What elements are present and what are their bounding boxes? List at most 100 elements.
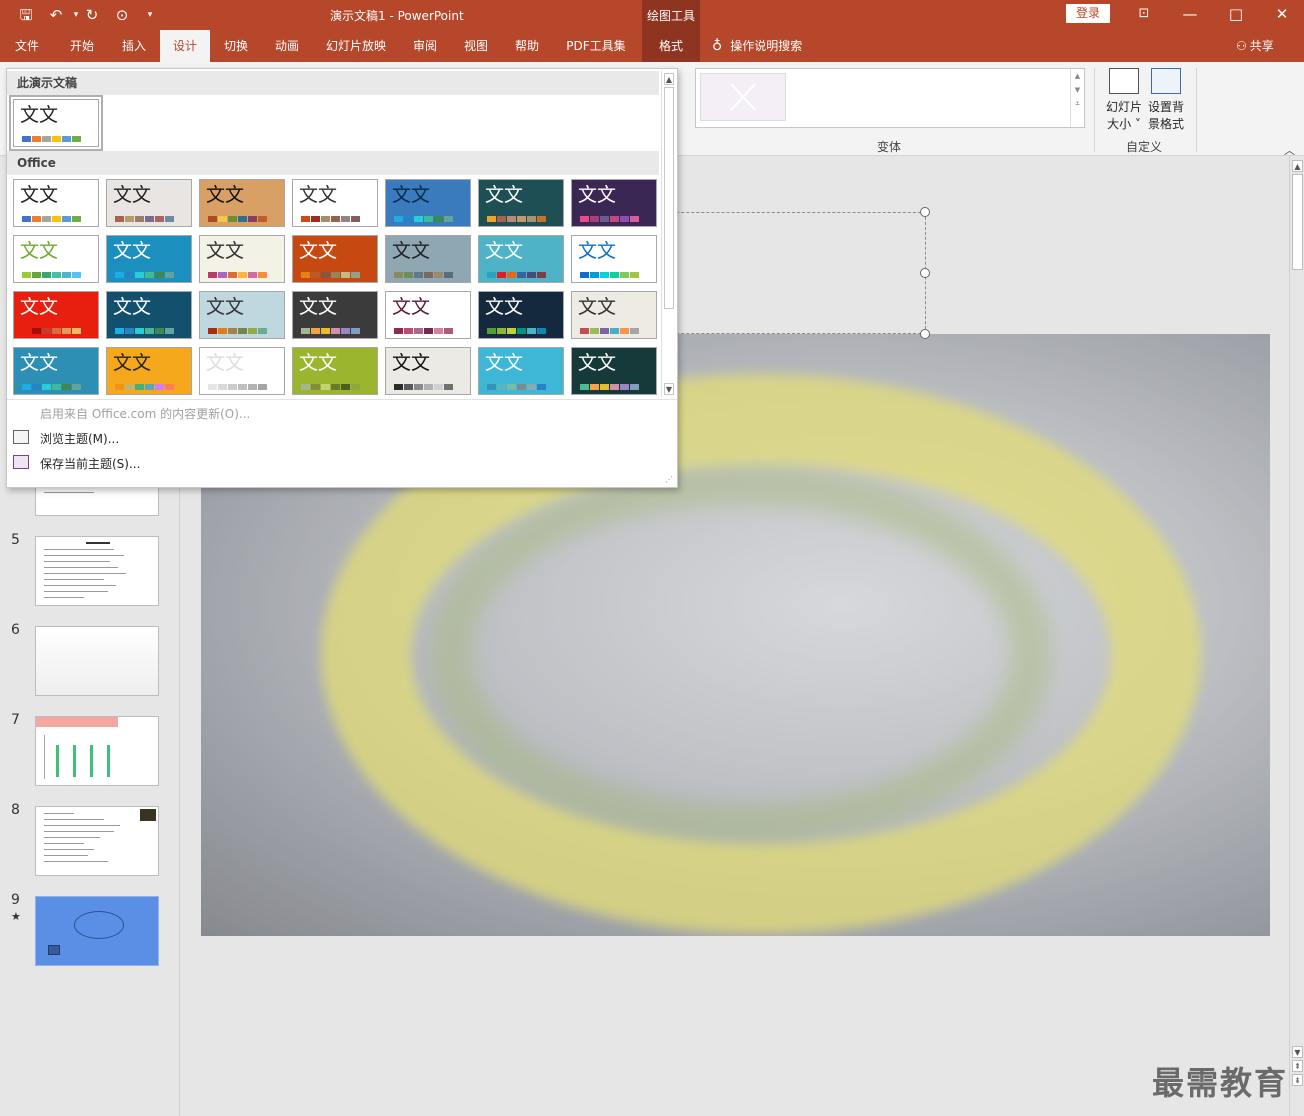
vertical-scrollbar[interactable]: ▲ ▼ ⇞ ⇟ (1289, 156, 1304, 1116)
customize-qat-icon[interactable]: ▾ (140, 5, 160, 25)
color-swatch (42, 136, 51, 142)
redo-icon[interactable]: ↻ (82, 5, 102, 25)
variants-scrollbar[interactable]: ▲ ▼ ⩡ (1070, 69, 1084, 127)
color-swatch (497, 384, 506, 390)
color-swatch (115, 272, 124, 278)
theme-thumbnail[interactable]: 文文 (385, 347, 471, 395)
theme-thumbnail[interactable]: 文文 (385, 291, 471, 339)
theme-thumbnail[interactable]: 文文 (571, 179, 657, 227)
theme-thumbnail[interactable]: 文文 (292, 291, 378, 339)
variant-thumbnail[interactable] (700, 73, 786, 121)
theme-thumbnail[interactable]: 文文 (478, 291, 564, 339)
slide-thumbnail-9[interactable] (35, 896, 159, 966)
tab-file[interactable]: 文件 (4, 30, 50, 62)
current-theme-thumbnail[interactable]: 文文 (9, 95, 103, 151)
variants-gallery[interactable]: ▲ ▼ ⩡ (695, 68, 1085, 128)
presentation-start-icon[interactable]: ⊙ (112, 5, 132, 25)
login-button[interactable]: 登录 (1066, 4, 1110, 23)
close-button[interactable]: ✕ (1270, 4, 1294, 24)
resize-handle[interactable] (920, 329, 930, 339)
ribbon-display-options-icon[interactable]: ⊡ (1132, 4, 1156, 24)
tab-insert[interactable]: 插入 (110, 30, 158, 62)
color-swatch (351, 216, 360, 222)
theme-thumbnail[interactable]: 文文 (13, 179, 99, 227)
theme-thumbnail[interactable]: 文文 (292, 235, 378, 283)
theme-thumbnail[interactable]: 文文 (571, 291, 657, 339)
tab-animations[interactable]: 动画 (262, 30, 312, 62)
more-variants-icon[interactable]: ⩡ (1071, 97, 1084, 111)
tab-help[interactable]: 帮助 (504, 30, 550, 62)
gallery-scrollbar[interactable]: ▲ ▼ (661, 71, 676, 397)
save-icon[interactable]: 🖫 (16, 5, 36, 25)
theme-thumbnail[interactable]: 文文 (13, 347, 99, 395)
tab-view[interactable]: 视图 (452, 30, 500, 62)
tab-review[interactable]: 审阅 (402, 30, 448, 62)
format-background-button[interactable]: 设置背 景格式 (1144, 68, 1188, 138)
theme-thumbnail[interactable]: 文文 (199, 347, 285, 395)
theme-thumbnail[interactable]: 文文 (478, 179, 564, 227)
color-swatch (72, 272, 81, 278)
theme-thumbnail[interactable]: 文文 (571, 235, 657, 283)
color-swatch (22, 384, 31, 390)
color-swatch (135, 272, 144, 278)
tab-pdf-tools[interactable]: PDF工具集 (556, 30, 636, 62)
slide-thumbnail-8[interactable] (35, 806, 159, 876)
share-button[interactable]: ⚇ 共享 (1236, 30, 1274, 62)
color-swatch (444, 384, 453, 390)
slide-thumbnail-6[interactable] (35, 626, 159, 696)
tab-design[interactable]: 设计 (160, 30, 210, 62)
slide-size-button[interactable]: 幻灯片 大小 ˅ (1102, 68, 1146, 138)
tell-me-search[interactable]: ♁ 操作说明搜索 (712, 30, 802, 62)
scrollbar-thumb[interactable] (1292, 174, 1303, 270)
theme-thumbnail[interactable]: 文文 (106, 235, 192, 283)
selected-shape-outline[interactable] (656, 212, 926, 334)
theme-thumbnail[interactable]: 文文 (106, 347, 192, 395)
slide-thumbnail-5[interactable] (35, 536, 159, 606)
theme-thumbnail[interactable]: 文文 (106, 291, 192, 339)
browse-themes-item[interactable]: 浏览主题(M)... (40, 430, 119, 447)
chevron-up-icon[interactable]: ▲ (1071, 69, 1084, 83)
theme-thumbnail[interactable]: 文文 (292, 347, 378, 395)
theme-swatches (208, 216, 268, 222)
theme-thumbnail[interactable]: 文文 (13, 291, 99, 339)
theme-thumbnail[interactable]: 文文 (199, 291, 285, 339)
save-current-theme-item[interactable]: 保存当前主题(S)... (40, 455, 140, 472)
maximize-button[interactable]: □ (1224, 4, 1248, 24)
tab-format[interactable]: 格式 (642, 30, 700, 62)
next-slide-icon[interactable]: ⇟ (1292, 1074, 1303, 1086)
scroll-up-icon[interactable]: ▲ (664, 73, 674, 85)
theme-thumbnail[interactable]: 文文 (292, 179, 378, 227)
tab-transitions[interactable]: 切换 (212, 30, 260, 62)
color-swatch (125, 272, 134, 278)
scroll-down-icon[interactable]: ▼ (664, 383, 674, 395)
theme-thumbnail[interactable]: 文文 (385, 235, 471, 283)
resize-handle[interactable] (920, 207, 930, 217)
theme-thumbnail[interactable]: 文文 (571, 347, 657, 395)
color-swatch (630, 272, 639, 278)
theme-thumbnail[interactable]: 文文 (199, 179, 285, 227)
color-swatch (145, 272, 154, 278)
theme-thumbnail[interactable]: 文文 (199, 235, 285, 283)
minimize-button[interactable]: — (1178, 4, 1202, 24)
color-swatch (32, 272, 41, 278)
scroll-up-icon[interactable]: ▲ (1292, 160, 1303, 172)
gallery-scroll-thumb[interactable] (664, 87, 674, 309)
tab-home[interactable]: 开始 (58, 30, 106, 62)
resize-grip-icon[interactable]: ⋰ (665, 475, 673, 484)
theme-thumbnail[interactable]: 文文 (478, 235, 564, 283)
color-swatch (487, 216, 496, 222)
undo-icon[interactable]: ↶ (46, 5, 66, 25)
resize-handle[interactable] (920, 268, 930, 278)
theme-thumb-text: 文文 (20, 296, 59, 318)
chevron-down-icon[interactable]: ▼ (1071, 83, 1084, 97)
theme-thumbnail[interactable]: 文文 (13, 235, 99, 283)
previous-slide-icon[interactable]: ⇞ (1292, 1060, 1303, 1072)
tab-slideshow[interactable]: 幻灯片放映 (316, 30, 396, 62)
slide-thumbnail-7[interactable] (35, 716, 159, 786)
scroll-down-icon[interactable]: ▼ (1292, 1046, 1303, 1058)
themes-dropdown[interactable]: 此演示文稿 文文 Office 文文 文文 文文 文文 文文 文文 文文 文文 文文 文文 文文 文文… (6, 68, 678, 488)
theme-thumbnail[interactable]: 文文 (478, 347, 564, 395)
theme-thumbnail[interactable]: 文文 (385, 179, 471, 227)
color-swatch (620, 328, 629, 334)
theme-thumbnail[interactable]: 文文 (106, 179, 192, 227)
